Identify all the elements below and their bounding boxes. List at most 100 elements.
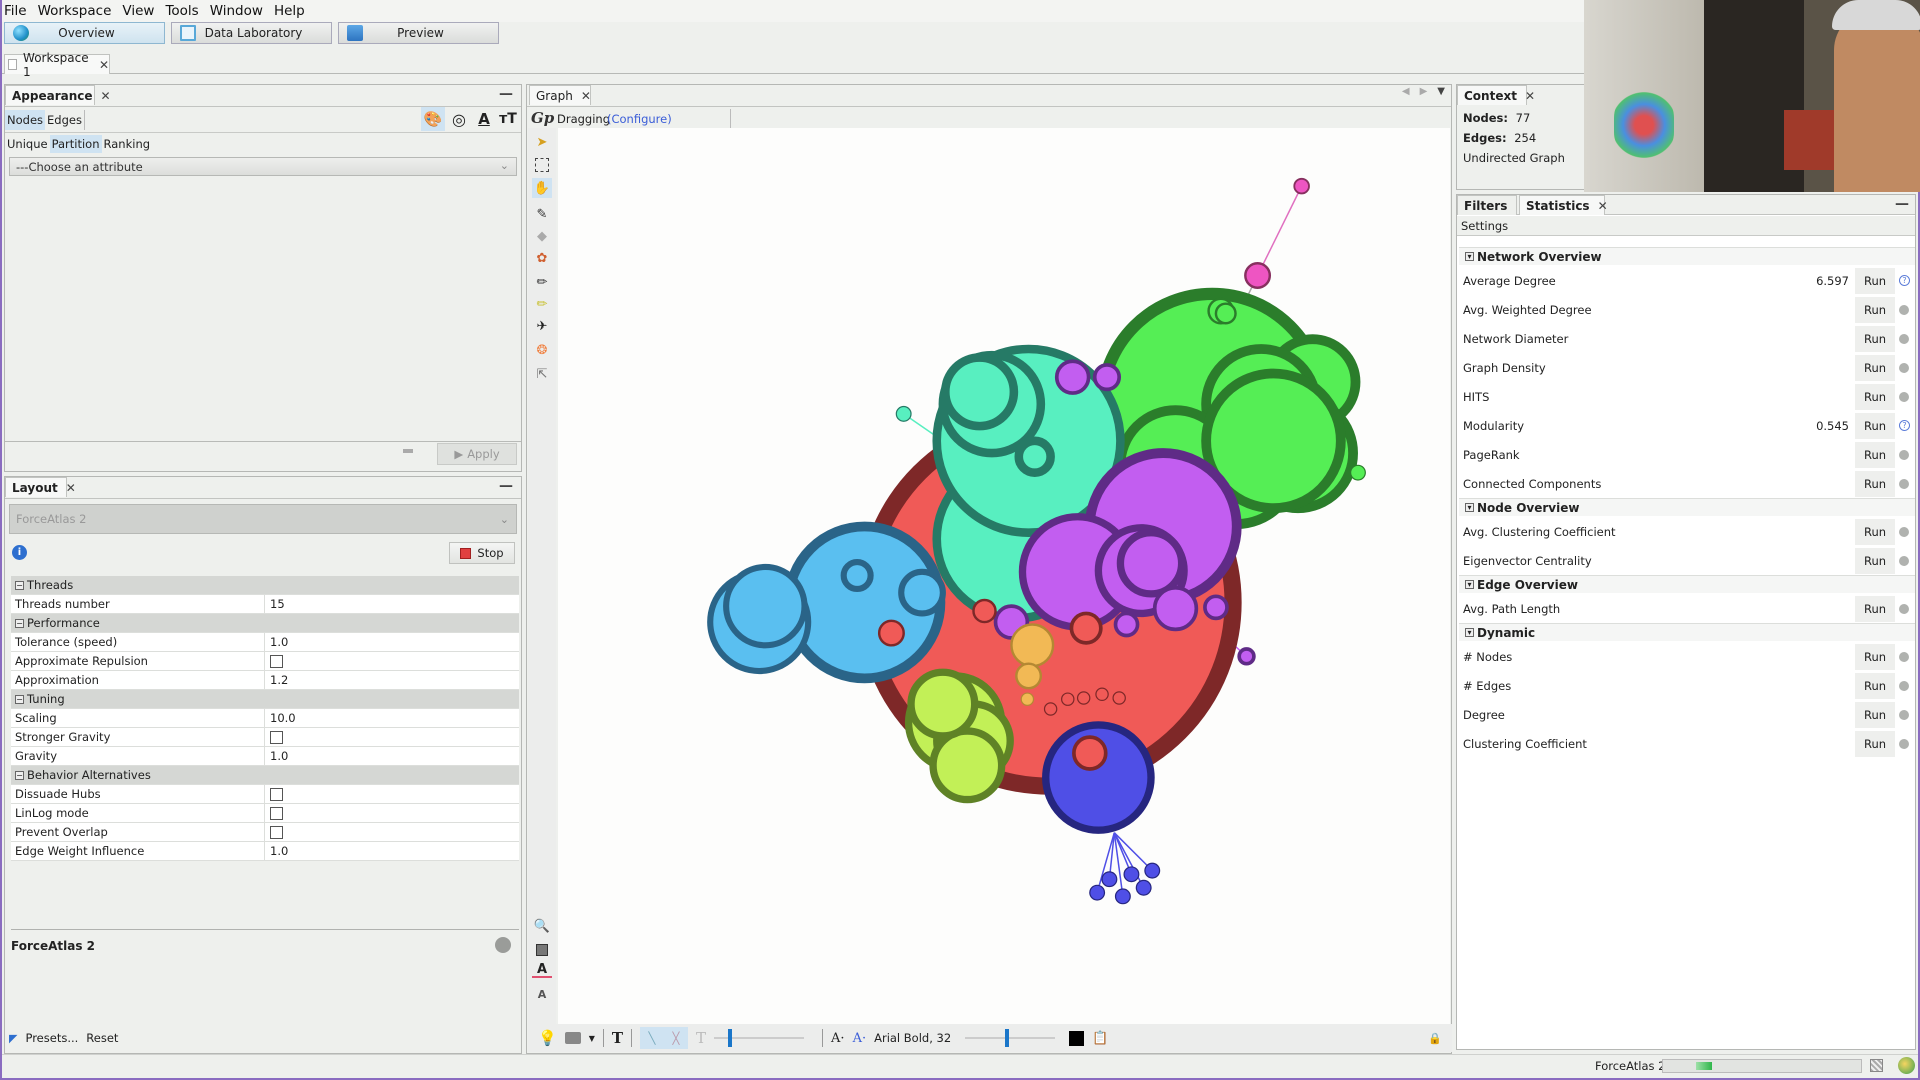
diamond-size-icon[interactable]: ◆: [532, 226, 552, 246]
help-icon[interactable]: [495, 937, 511, 953]
report-icon[interactable]: ?: [1899, 275, 1910, 286]
statistics-section-header[interactable]: ▾ Network Overview: [1459, 247, 1915, 265]
graph-node-teal[interactable]: [941, 353, 1019, 431]
run-button[interactable]: Run: [1855, 730, 1895, 757]
edge-color-icon[interactable]: ╳: [664, 1027, 688, 1049]
context-tab[interactable]: Context ✕: [1457, 85, 1535, 105]
graph-node-purple[interactable]: [1092, 363, 1122, 392]
property-category[interactable]: − Behavior Alternatives: [11, 766, 519, 785]
property-checkbox[interactable]: [270, 731, 283, 744]
scroll-left-icon[interactable]: ◀: [1402, 86, 1410, 97]
attribute-dropdown[interactable]: ---Choose an attribute ⌄: [9, 157, 517, 176]
graph-tab[interactable]: Graph ✕: [529, 85, 591, 105]
graph-node-pink[interactable]: [1244, 262, 1272, 289]
graph-node-green[interactable]: [1350, 464, 1366, 481]
edge-scale-slider[interactable]: [714, 1029, 805, 1047]
update-icon[interactable]: [1898, 1057, 1915, 1074]
collapse-icon[interactable]: ▾: [1465, 252, 1474, 261]
heatmap-icon[interactable]: ✿: [532, 248, 552, 268]
reset-button[interactable]: Reset: [86, 1031, 118, 1045]
property-checkbox-cell[interactable]: [265, 823, 283, 841]
size-icon[interactable]: ◎: [447, 107, 471, 131]
graph-node-red[interactable]: [1072, 735, 1108, 771]
graph-node-indigo[interactable]: [1123, 866, 1140, 883]
graph-node-blue[interactable]: [898, 568, 946, 617]
graph-node-blue[interactable]: [840, 558, 874, 593]
more-settings-icon[interactable]: 📋: [1092, 1031, 1108, 1046]
presets-button[interactable]: Presets...: [25, 1031, 78, 1045]
lightbulb-icon[interactable]: 💡: [538, 1029, 557, 1047]
edit-node-icon[interactable]: ⇱: [532, 364, 552, 384]
property-value[interactable]: 1.2: [265, 671, 288, 689]
zoom-fit-icon[interactable]: 🔍: [532, 916, 552, 936]
appearance-tab[interactable]: Appearance ✕: [5, 85, 111, 105]
select-pointer-icon[interactable]: ➤: [532, 132, 552, 152]
label-size-icon[interactable]: ᴛT: [497, 107, 519, 131]
show-labels-icon[interactable]: T: [612, 1029, 623, 1047]
close-icon[interactable]: ✕: [66, 481, 76, 495]
shortest-path-icon[interactable]: ✈: [532, 316, 552, 336]
statistics-section-header[interactable]: ▾ Dynamic: [1459, 623, 1915, 641]
settings-button[interactable]: Settings: [1457, 216, 1915, 236]
chevron-down-icon[interactable]: ▼: [589, 1034, 595, 1043]
run-button[interactable]: Run: [1855, 547, 1895, 574]
label-color-icon[interactable]: A: [473, 107, 495, 131]
menu-file[interactable]: File: [4, 3, 27, 19]
graph-node-orange[interactable]: [1015, 662, 1043, 690]
run-button[interactable]: Run: [1855, 470, 1895, 497]
close-icon[interactable]: ✕: [101, 89, 111, 103]
background-color-icon[interactable]: [536, 944, 548, 956]
preview-perspective-button[interactable]: Preview: [338, 22, 499, 44]
edge-labels-icon[interactable]: T: [696, 1029, 706, 1047]
property-category[interactable]: − Threads: [11, 576, 519, 595]
property-value[interactable]: 1.0: [265, 842, 288, 860]
label-color-mode-icon[interactable]: A·: [853, 1031, 867, 1046]
property-checkbox[interactable]: [270, 788, 283, 801]
overview-perspective-button[interactable]: Overview: [4, 22, 165, 44]
configure-link[interactable]: (Configure): [607, 112, 672, 126]
statistics-tab[interactable]: Statistics ✕: [1519, 195, 1608, 215]
close-icon[interactable]: ✕: [99, 58, 109, 72]
graph-node-teal[interactable]: [895, 405, 912, 422]
property-value[interactable]: 10.0: [265, 709, 296, 727]
rectangle-select-icon[interactable]: [535, 158, 549, 172]
graph-node-purple[interactable]: [1203, 594, 1229, 621]
graph-node-purple[interactable]: [1152, 585, 1199, 632]
graph-node-red[interactable]: [1061, 692, 1075, 706]
painter-brush-icon[interactable]: ✎: [532, 204, 552, 224]
run-button[interactable]: Run: [1855, 354, 1895, 381]
drag-hand-icon[interactable]: ✋: [532, 178, 552, 198]
graph-node-teal[interactable]: [1014, 436, 1055, 477]
collapse-icon[interactable]: −: [15, 771, 24, 780]
lock-icon[interactable]: 🔒: [1428, 1032, 1442, 1045]
pencil-icon[interactable]: ✏: [532, 272, 552, 292]
property-checkbox[interactable]: [270, 807, 283, 820]
label-color-swatch[interactable]: [1069, 1030, 1085, 1046]
property-checkbox-cell[interactable]: [265, 785, 283, 803]
graph-node-purple[interactable]: [1237, 647, 1256, 666]
graph-node-red[interactable]: [972, 598, 997, 624]
collapse-icon[interactable]: ▾: [1465, 628, 1474, 637]
statistics-section-header[interactable]: ▾ Edge Overview: [1459, 575, 1915, 593]
edge-scale-slider-handle[interactable]: [728, 1029, 733, 1047]
data-laboratory-perspective-button[interactable]: Data Laboratory: [171, 22, 332, 44]
minimize-icon[interactable]: —: [1895, 196, 1909, 212]
graph-canvas[interactable]: [558, 128, 1450, 1024]
label-color-icon[interactable]: A: [532, 962, 552, 978]
label-font-icon[interactable]: A: [532, 984, 552, 1004]
neighbors-icon[interactable]: ❂: [532, 340, 552, 360]
run-button[interactable]: Run: [1855, 383, 1895, 410]
statistics-section-header[interactable]: ▾ Node Overview: [1459, 498, 1915, 516]
nodes-tab[interactable]: Nodes: [5, 110, 46, 130]
collapse-icon[interactable]: −: [15, 619, 24, 628]
label-font-button[interactable]: Arial Bold, 32: [874, 1031, 951, 1045]
menu-tools[interactable]: Tools: [165, 3, 198, 19]
run-button[interactable]: Run: [1855, 672, 1895, 699]
run-button[interactable]: Run: [1855, 412, 1895, 439]
info-icon[interactable]: i: [12, 545, 27, 560]
menu-view[interactable]: View: [122, 3, 154, 19]
filters-tab[interactable]: Filters: [1457, 195, 1517, 215]
graph-node-red[interactable]: [1076, 691, 1091, 705]
graph-node-red[interactable]: [1043, 702, 1058, 716]
apply-button[interactable]: ▶ Apply: [437, 443, 517, 465]
